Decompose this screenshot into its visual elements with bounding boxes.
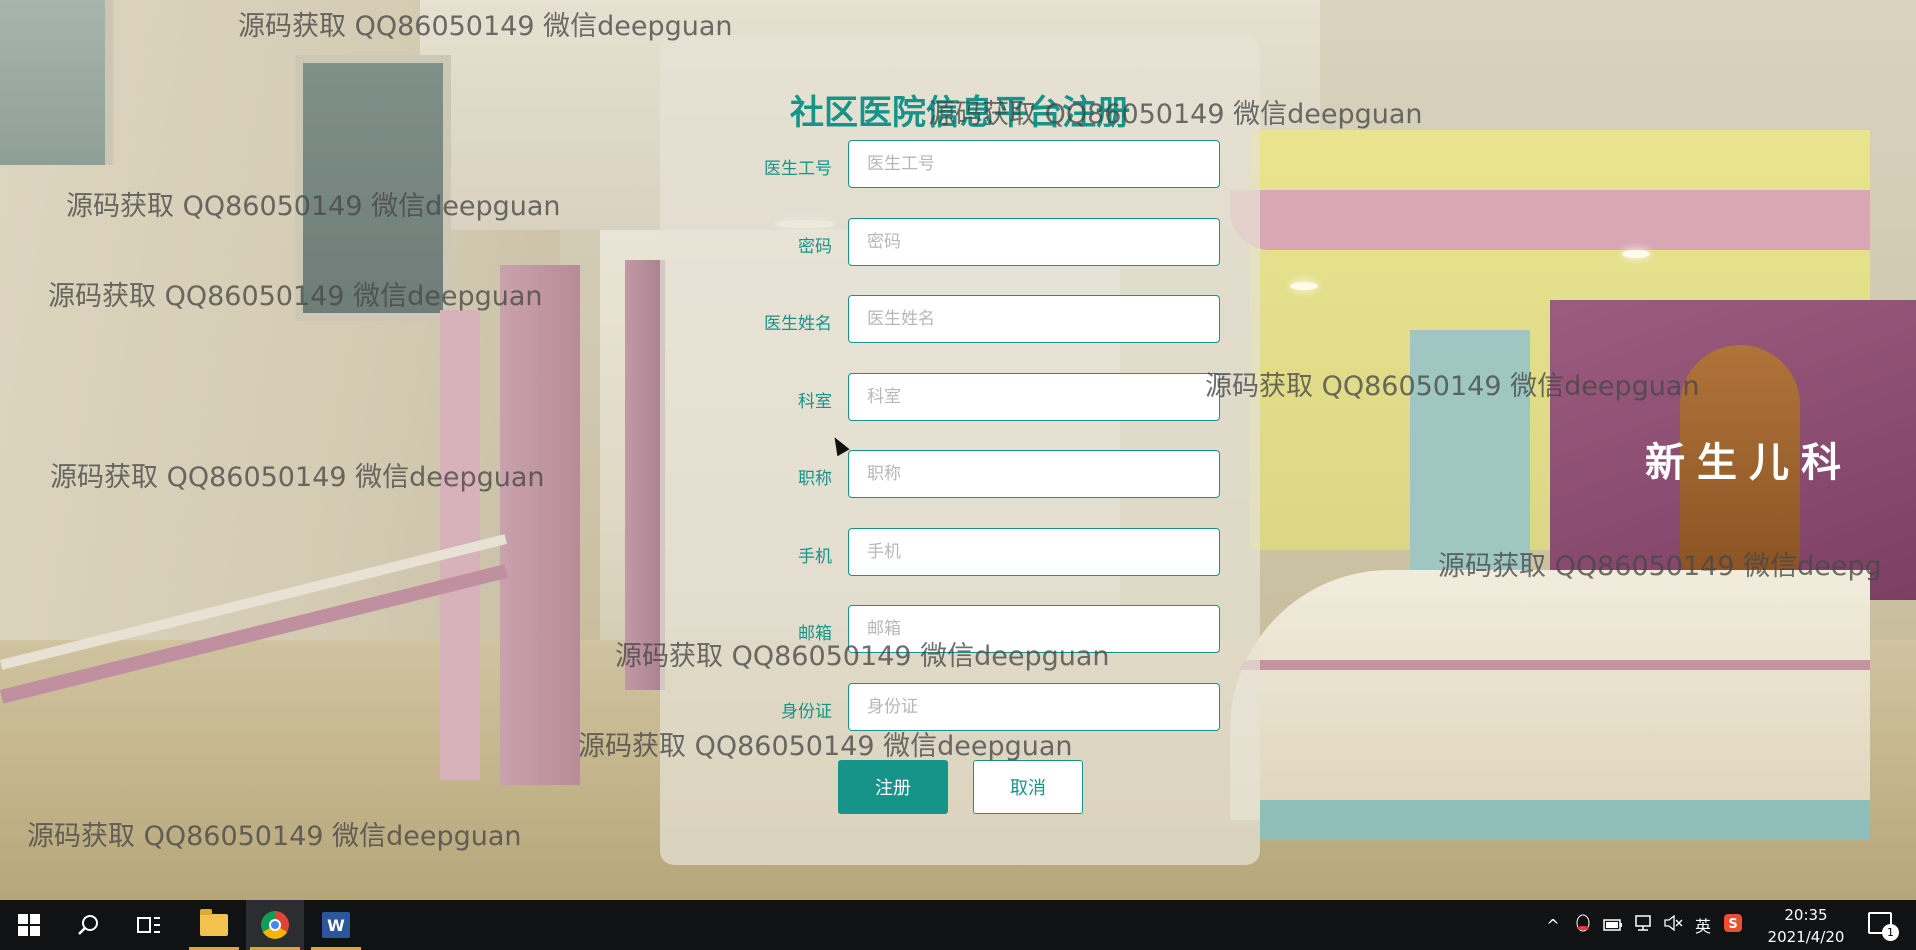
watermark-text: 源码获取 QQ86050149 微信deepg [1438, 551, 1882, 582]
task-view-icon [137, 917, 160, 933]
system-tray: ^ 英 S [1538, 900, 1748, 950]
password-label: 密码 [798, 237, 832, 257]
watermark-text: 源码获取 QQ86050149 微信deepguan [50, 462, 545, 493]
job-title-input[interactable] [848, 450, 1220, 498]
form-row-department: 科室 [660, 373, 1260, 423]
ime-language-indicator[interactable]: 英 [1688, 913, 1718, 937]
ceiling-lamp [1290, 282, 1318, 290]
phone-label: 手机 [798, 547, 832, 567]
form-row-doctor-name: 医生姓名 [660, 295, 1260, 345]
id-card-label: 身份证 [781, 702, 832, 722]
form-row-doctor-id: 医生工号 [660, 140, 1260, 190]
svg-text:S: S [1728, 917, 1737, 932]
taskbar: W ^ 英 S 20:35 2021/4/20 1 [0, 900, 1916, 950]
watermark-text: 源码获取 QQ86050149 微信deepguan [27, 821, 522, 852]
search-icon [78, 915, 98, 935]
form-row-title: 职称 [660, 450, 1260, 500]
battery-icon[interactable] [1598, 916, 1628, 935]
wall-window [0, 0, 113, 165]
form-row-password: 密码 [660, 218, 1260, 268]
door [500, 265, 580, 785]
department-label: 科室 [798, 392, 832, 412]
password-input[interactable] [848, 218, 1220, 266]
taskbar-clock[interactable]: 20:35 2021/4/20 [1758, 904, 1854, 948]
watermark-text: 源码获取 QQ86050149 微信deepguan [66, 191, 561, 222]
door [625, 260, 665, 690]
taskbar-chrome[interactable] [246, 900, 304, 950]
tray-expand-icon[interactable]: ^ [1538, 916, 1568, 935]
folder-icon [200, 909, 228, 936]
search-button[interactable] [60, 900, 118, 950]
doctor-id-label: 医生工号 [764, 159, 832, 179]
windows-logo-icon [18, 914, 40, 936]
reception-desk [1230, 570, 1870, 820]
cancel-button[interactable]: 取消 [973, 760, 1083, 814]
desk-base [1260, 800, 1870, 840]
phone-input[interactable] [848, 528, 1220, 576]
notification-count-badge: 1 [1882, 924, 1899, 941]
doctor-id-input[interactable] [848, 140, 1220, 188]
word-icon: W [322, 912, 350, 938]
mural-text: 新生儿科 [1645, 440, 1853, 486]
sogou-ime-icon[interactable]: S [1718, 913, 1748, 937]
chrome-icon [261, 911, 289, 939]
form-row-phone: 手机 [660, 528, 1260, 578]
clock-date: 2021/4/20 [1767, 928, 1845, 946]
volume-muted-icon[interactable] [1658, 914, 1688, 935]
watermark-text: 源码获取 QQ86050149 微信deepguan [928, 99, 1423, 130]
desk-stripe [1240, 660, 1870, 670]
watermark-text: 源码获取 QQ86050149 微信deepguan [615, 641, 1110, 672]
start-button[interactable] [0, 900, 58, 950]
job-title-label: 职称 [798, 469, 832, 489]
register-button[interactable]: 注册 [838, 760, 948, 814]
ceiling-band [1230, 190, 1870, 250]
watermark-text: 源码获取 QQ86050149 微信deepguan [238, 11, 733, 42]
doctor-name-label: 医生姓名 [764, 314, 832, 334]
qq-tray-icon[interactable] [1568, 914, 1598, 936]
task-view-button[interactable] [120, 900, 178, 950]
clock-time: 20:35 [1784, 906, 1828, 924]
department-input[interactable] [848, 373, 1220, 421]
watermark-text: 源码获取 QQ86050149 微信deepguan [578, 731, 1073, 762]
watermark-text: 源码获取 QQ86050149 微信deepguan [1205, 371, 1700, 402]
taskbar-file-explorer[interactable] [185, 900, 243, 950]
ceiling-lamp [1622, 250, 1650, 258]
network-icon[interactable] [1628, 915, 1658, 935]
doctor-name-input[interactable] [848, 295, 1220, 343]
taskbar-word[interactable]: W [307, 900, 365, 950]
watermark-text: 源码获取 QQ86050149 微信deepguan [48, 281, 543, 312]
